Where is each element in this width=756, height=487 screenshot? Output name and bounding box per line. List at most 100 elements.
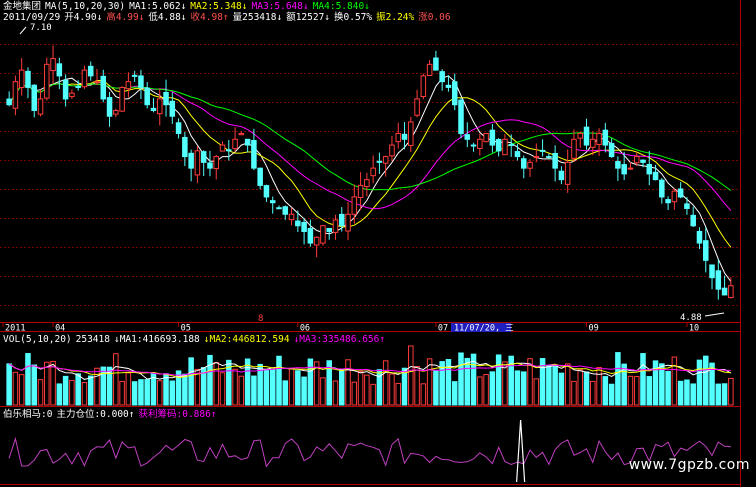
quote-info-item-8: 振2.24%: [376, 12, 415, 23]
volume-bar: [6, 363, 12, 406]
candle-body: [546, 156, 552, 159]
volume-bar: [640, 353, 646, 406]
candle-body: [18, 69, 25, 88]
volume-bar: [351, 381, 358, 406]
candle-body: [483, 133, 489, 143]
volume-bar: [219, 372, 226, 406]
candle-body: [520, 158, 527, 169]
candle-body: [364, 179, 370, 188]
candle-body: [477, 138, 483, 150]
volume-legend-item-0: 253418: [75, 334, 110, 345]
volume-bar: [25, 353, 31, 406]
volume-bar: [345, 359, 351, 406]
quote-info-item-7: 换0.57%: [334, 12, 373, 23]
volume-bar: [263, 369, 270, 406]
quote-info-item-2: 高4.99↓: [106, 12, 145, 23]
candle-body: [370, 167, 376, 177]
volume-bar: [87, 375, 94, 406]
volume-bar: [401, 367, 408, 406]
candle-body: [44, 63, 50, 99]
volume-bar: [370, 383, 376, 406]
candle-body: [106, 97, 113, 117]
candle-body: [702, 240, 709, 261]
candle-body: [633, 156, 640, 164]
volume-bar: [659, 363, 665, 406]
candle-body: [608, 143, 615, 158]
candle-body: [263, 185, 270, 198]
candle-body: [508, 143, 514, 146]
candle-body: [533, 156, 540, 159]
quote-info-item-9: 涨0.06: [418, 12, 451, 23]
volume-bar: [288, 367, 295, 406]
candle-body: [219, 144, 226, 152]
candle-body: [87, 65, 94, 77]
main-panel-header: 金地集团 MA(5,10,20,30) MA1:5.062↓ MA2:5.348↓ MA…: [3, 1, 378, 12]
candle-body: [251, 139, 257, 169]
candle-body: [495, 139, 502, 152]
candle-body: [62, 79, 69, 100]
volume-bar: [728, 377, 734, 406]
volume-bar: [156, 380, 163, 406]
candle-body: [583, 126, 590, 146]
candle-body: [677, 188, 684, 198]
volume-bar: [144, 379, 150, 406]
candle-body: [94, 81, 100, 84]
candle-body: [50, 58, 56, 72]
volume-bar: [44, 361, 50, 406]
date-tick-label: 10: [689, 324, 699, 334]
candle-body: [470, 144, 477, 147]
candle-body: [131, 74, 138, 77]
candle-body: [728, 285, 734, 299]
candle-body: [226, 149, 232, 152]
quote-info-item-0: 2011/09/29: [3, 12, 61, 23]
candle-body: [37, 98, 44, 115]
candle-body: [464, 134, 471, 140]
volume-bar: [12, 371, 19, 406]
volume-legend-item-1: ↓MA1:416693.188: [113, 334, 200, 345]
quote-info-item-1: 开4.90↓: [64, 12, 103, 23]
candle-body: [169, 100, 176, 117]
volume-bar: [590, 380, 596, 406]
candle-body: [671, 190, 678, 203]
candle-body: [552, 152, 558, 169]
volume-bar: [207, 354, 213, 406]
volume-bar: [615, 352, 621, 406]
candle-body: [12, 81, 19, 109]
volume-bar: [357, 370, 364, 406]
candle-body: [357, 184, 364, 199]
candle-body: [144, 87, 150, 106]
quote-info-item-6: 额12527↓: [286, 12, 331, 23]
candle-body: [420, 75, 427, 97]
ma-legend-item-2: MA3:5.648↓: [251, 1, 309, 12]
volume-bar: [514, 370, 521, 406]
candle-body: [571, 138, 577, 159]
indicator-legend-item-0: 伯乐相马:0: [3, 409, 53, 420]
candle-body: [288, 213, 295, 221]
candle-body: [715, 270, 722, 290]
candle-body: [301, 221, 307, 233]
candle-body: [564, 161, 571, 185]
date-tick-label: 06: [300, 324, 310, 334]
candle-body: [307, 228, 314, 244]
candle-body: [514, 151, 521, 158]
volume-bar: [338, 369, 345, 406]
date-cursor-label: 11/07/20, 三: [454, 324, 514, 334]
volume-bar: [458, 352, 464, 406]
candle-body: [345, 213, 351, 232]
candle-body: [257, 167, 263, 186]
volume-bar: [495, 354, 502, 406]
volume-title: VOL(5,10,20): [3, 334, 72, 345]
candle-body: [31, 84, 38, 111]
volume-bar: [282, 380, 289, 406]
ma-legend-item-3: MA4:5.840↓: [312, 1, 370, 12]
indicator-legend-item-2: 获利筹码:0.886↑: [138, 409, 217, 420]
volume-bar: [596, 366, 602, 406]
candle-body: [244, 138, 251, 146]
volume-bar: [696, 359, 703, 406]
candle-body: [163, 91, 169, 106]
volume-bar: [320, 377, 326, 406]
candle-body: [25, 70, 31, 88]
volume-bar: [451, 381, 458, 406]
stock-name: 金地集团: [3, 1, 42, 12]
candle-body: [621, 164, 627, 175]
